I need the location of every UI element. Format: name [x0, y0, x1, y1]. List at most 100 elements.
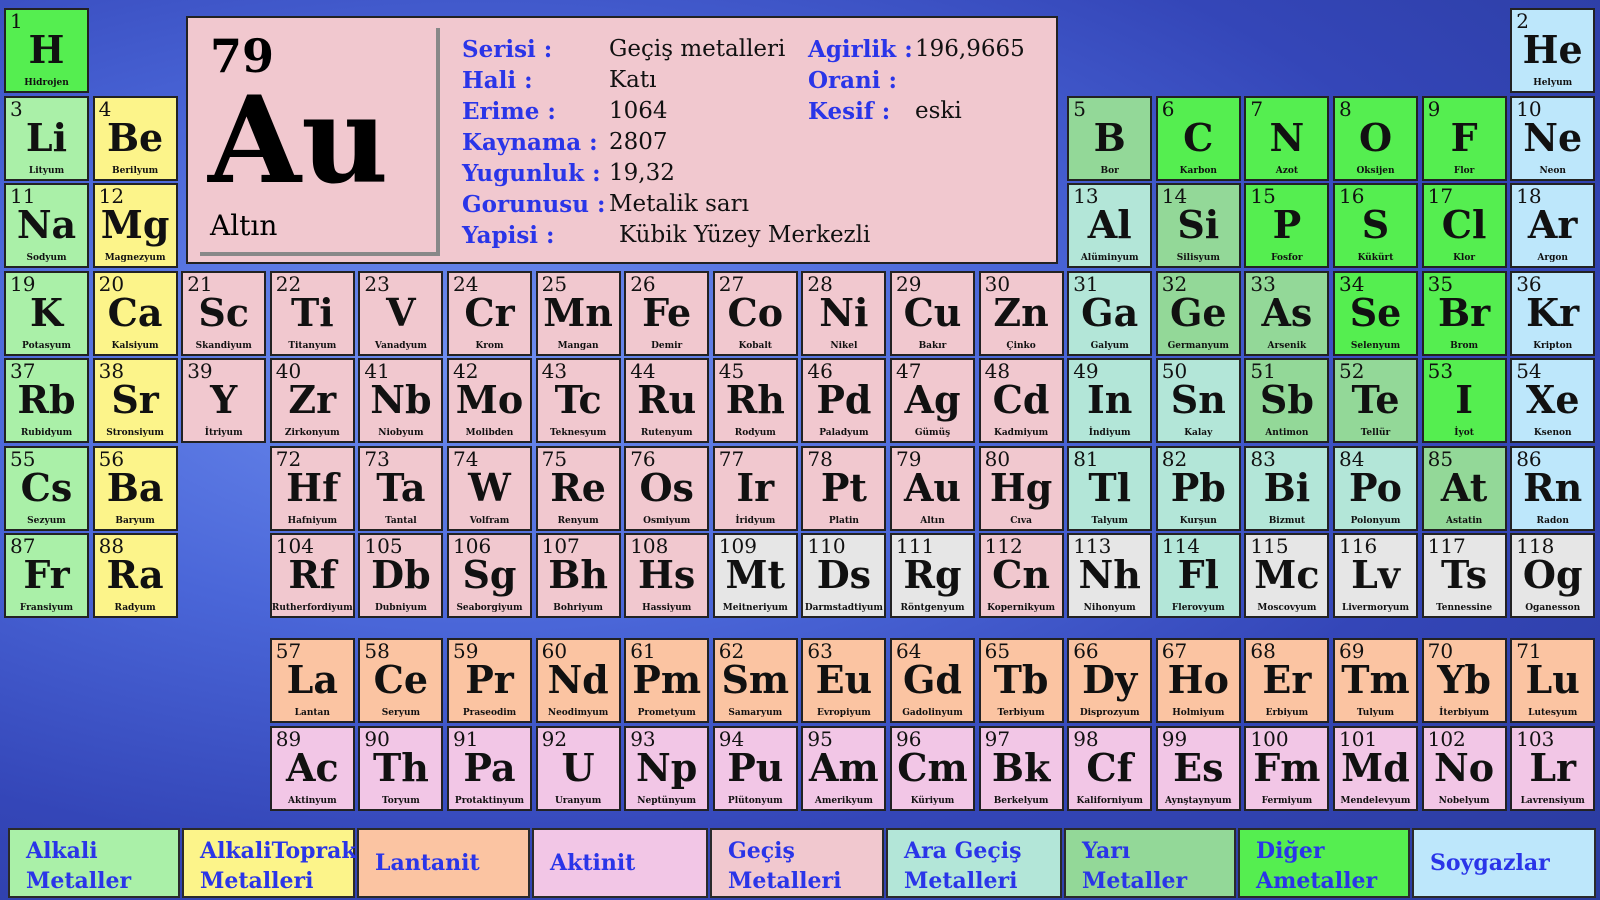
element-cell-al[interactable]: 13 Al Alüminyum — [1067, 183, 1153, 268]
element-cell-mo[interactable]: 42 Mo Molibden — [447, 358, 532, 443]
element-cell-hs[interactable]: 108 Hs Hassiyum — [624, 533, 710, 618]
element-cell-er[interactable]: 68 Er Erbiyum — [1244, 638, 1330, 723]
element-cell-kr[interactable]: 36 Kr Kripton — [1510, 270, 1596, 356]
element-cell-at[interactable]: 85 At Astatin — [1421, 445, 1507, 531]
element-cell-n[interactable]: 7 N Azot — [1244, 95, 1330, 181]
element-cell-sb[interactable]: 51 Sb Antimon — [1244, 358, 1330, 443]
element-cell-rg[interactable]: 111 Rg Röntgenyum — [890, 533, 975, 618]
element-cell-ti[interactable]: 22 Ti Titanyum — [269, 270, 355, 356]
element-cell-pm[interactable]: 61 Pm Prometyum — [624, 638, 710, 723]
element-cell-ir[interactable]: 77 Ir İridyum — [712, 445, 798, 531]
element-cell-rh[interactable]: 45 Rh Rodyum — [712, 358, 798, 443]
element-cell-og[interactable]: 118 Og Oganesson — [1510, 533, 1596, 618]
element-cell-as[interactable]: 33 As Arsenik — [1244, 270, 1330, 356]
element-cell-fl[interactable]: 114 Fl Flerovyum — [1155, 533, 1241, 618]
element-cell-th[interactable]: 90 Th Toryum — [358, 725, 444, 811]
element-cell-rb[interactable]: 37 Rb Rubidyum — [4, 358, 89, 443]
element-cell-cn[interactable]: 112 Cn Kopernikyum — [978, 533, 1064, 618]
element-cell-tc[interactable]: 43 Tc Teknesyum — [535, 358, 621, 443]
element-cell-lv[interactable]: 116 Lv Livermoryum — [1333, 533, 1418, 618]
element-cell-p[interactable]: 15 P Fosfor — [1244, 183, 1330, 268]
element-cell-tb[interactable]: 65 Tb Terbiyum — [978, 638, 1064, 723]
element-cell-md[interactable]: 101 Md Mendelevyum — [1333, 725, 1418, 811]
legend-lanthanide[interactable]: Lantanit — [357, 828, 530, 898]
element-cell-b[interactable]: 5 B Bor — [1067, 95, 1153, 181]
element-cell-zn[interactable]: 30 Zn Çinko — [978, 270, 1064, 356]
element-cell-sm[interactable]: 62 Sm Samaryum — [712, 638, 798, 723]
element-cell-am[interactable]: 95 Am Amerikyum — [801, 725, 887, 811]
element-cell-mg[interactable]: 12 Mg Magnezyum — [92, 183, 178, 268]
element-cell-na[interactable]: 11 Na Sodyum — [4, 183, 89, 268]
element-cell-w[interactable]: 74 W Volfram — [447, 445, 532, 531]
element-cell-cr[interactable]: 24 Cr Krom — [447, 270, 532, 356]
element-cell-lu[interactable]: 71 Lu Lutesyum — [1510, 638, 1596, 723]
element-cell-no[interactable]: 102 No Nobelyum — [1421, 725, 1507, 811]
element-cell-ce[interactable]: 58 Ce Seryum — [358, 638, 444, 723]
element-cell-f[interactable]: 9 F Flor — [1421, 95, 1507, 181]
element-cell-ac[interactable]: 89 Ac Aktinyum — [269, 725, 355, 811]
element-cell-rf[interactable]: 104 Rf Rutherfordiyum — [269, 533, 355, 618]
element-cell-i[interactable]: 53 I İyot — [1421, 358, 1507, 443]
element-cell-lr[interactable]: 103 Lr Lavrensiyum — [1510, 725, 1596, 811]
element-cell-la[interactable]: 57 La Lantan — [269, 638, 355, 723]
element-cell-bk[interactable]: 97 Bk Berkelyum — [978, 725, 1064, 811]
element-cell-in[interactable]: 49 In İndiyum — [1067, 358, 1153, 443]
element-cell-bh[interactable]: 107 Bh Bohriyum — [535, 533, 621, 618]
element-cell-ta[interactable]: 73 Ta Tantal — [358, 445, 444, 531]
element-cell-sc[interactable]: 21 Sc Skandiyum — [181, 270, 267, 356]
element-cell-mn[interactable]: 25 Mn Mangan — [535, 270, 621, 356]
legend-transition[interactable]: Geçiş Metalleri — [710, 828, 884, 898]
element-cell-gd[interactable]: 64 Gd Gadolinyum — [890, 638, 975, 723]
element-cell-cu[interactable]: 29 Cu Bakır — [890, 270, 975, 356]
legend-alkali[interactable]: Alkali Metaller — [8, 828, 180, 898]
element-cell-ge[interactable]: 32 Ge Germanyum — [1155, 270, 1241, 356]
element-cell-nh[interactable]: 113 Nh Nihonyum — [1067, 533, 1153, 618]
element-cell-u[interactable]: 92 U Uranyum — [535, 725, 621, 811]
element-cell-cs[interactable]: 55 Cs Sezyum — [4, 445, 89, 531]
element-cell-cd[interactable]: 48 Cd Kadmiyum — [978, 358, 1064, 443]
legend-alkaline[interactable]: AlkaliToprak Metalleri — [182, 828, 357, 898]
element-cell-es[interactable]: 99 Es Aynştaynyum — [1155, 725, 1241, 811]
element-cell-sn[interactable]: 50 Sn Kalay — [1155, 358, 1241, 443]
element-cell-cl[interactable]: 17 Cl Klor — [1421, 183, 1507, 268]
element-cell-c[interactable]: 6 C Karbon — [1155, 95, 1241, 181]
element-cell-fe[interactable]: 26 Fe Demir — [624, 270, 710, 356]
element-cell-ba[interactable]: 56 Ba Baryum — [92, 445, 178, 531]
element-cell-pa[interactable]: 91 Pa Protaktinyum — [447, 725, 532, 811]
element-cell-os[interactable]: 76 Os Osmiyum — [624, 445, 710, 531]
element-cell-se[interactable]: 34 Se Selenyum — [1333, 270, 1418, 356]
element-cell-bi[interactable]: 83 Bi Bizmut — [1244, 445, 1330, 531]
element-cell-o[interactable]: 8 O Oksijen — [1333, 95, 1418, 181]
element-cell-be[interactable]: 4 Be Berilyum — [92, 95, 178, 181]
element-cell-ne[interactable]: 10 Ne Neon — [1510, 95, 1596, 181]
element-cell-xe[interactable]: 54 Xe Ksenon — [1510, 358, 1596, 443]
element-cell-ds[interactable]: 110 Ds Darmstadtiyum — [801, 533, 887, 618]
element-cell-fr[interactable]: 87 Fr Fransiyum — [4, 533, 89, 618]
element-cell-ga[interactable]: 31 Ga Galyum — [1067, 270, 1153, 356]
legend-metalloid[interactable]: Yarı Metaller — [1064, 828, 1236, 898]
element-cell-co[interactable]: 27 Co Kobalt — [712, 270, 798, 356]
element-cell-eu[interactable]: 63 Eu Evropiyum — [801, 638, 887, 723]
element-cell-s[interactable]: 16 S Kükürt — [1333, 183, 1418, 268]
legend-nonmetal[interactable]: Diğer Ametaller — [1238, 828, 1410, 898]
element-cell-y[interactable]: 39 Y İtriyum — [181, 358, 267, 443]
element-cell-ru[interactable]: 44 Ru Rutenyum — [624, 358, 710, 443]
element-cell-si[interactable]: 14 Si Silisyum — [1155, 183, 1241, 268]
element-cell-db[interactable]: 105 Db Dubniyum — [358, 533, 444, 618]
element-cell-au[interactable]: 79 Au Altın — [890, 445, 975, 531]
element-cell-br[interactable]: 35 Br Brom — [1421, 270, 1507, 356]
legend-noble[interactable]: Soygazlar — [1412, 828, 1596, 898]
element-cell-sg[interactable]: 106 Sg Seaborgiyum — [447, 533, 532, 618]
element-cell-pb[interactable]: 82 Pb Kurşun — [1155, 445, 1241, 531]
element-cell-po[interactable]: 84 Po Polonyum — [1333, 445, 1418, 531]
element-cell-ar[interactable]: 18 Ar Argon — [1510, 183, 1596, 268]
element-cell-rn[interactable]: 86 Rn Radon — [1510, 445, 1596, 531]
element-cell-he[interactable]: 2 He Helyum — [1510, 8, 1596, 93]
element-cell-dy[interactable]: 66 Dy Disprozyum — [1067, 638, 1153, 723]
element-cell-tl[interactable]: 81 Tl Talyum — [1067, 445, 1153, 531]
element-cell-nb[interactable]: 41 Nb Niobyum — [358, 358, 444, 443]
element-cell-pu[interactable]: 94 Pu Plütonyum — [712, 725, 798, 811]
element-cell-pd[interactable]: 46 Pd Paladyum — [801, 358, 887, 443]
element-cell-zr[interactable]: 40 Zr Zirkonyum — [269, 358, 355, 443]
legend-actinide[interactable]: Aktinit — [532, 828, 708, 898]
